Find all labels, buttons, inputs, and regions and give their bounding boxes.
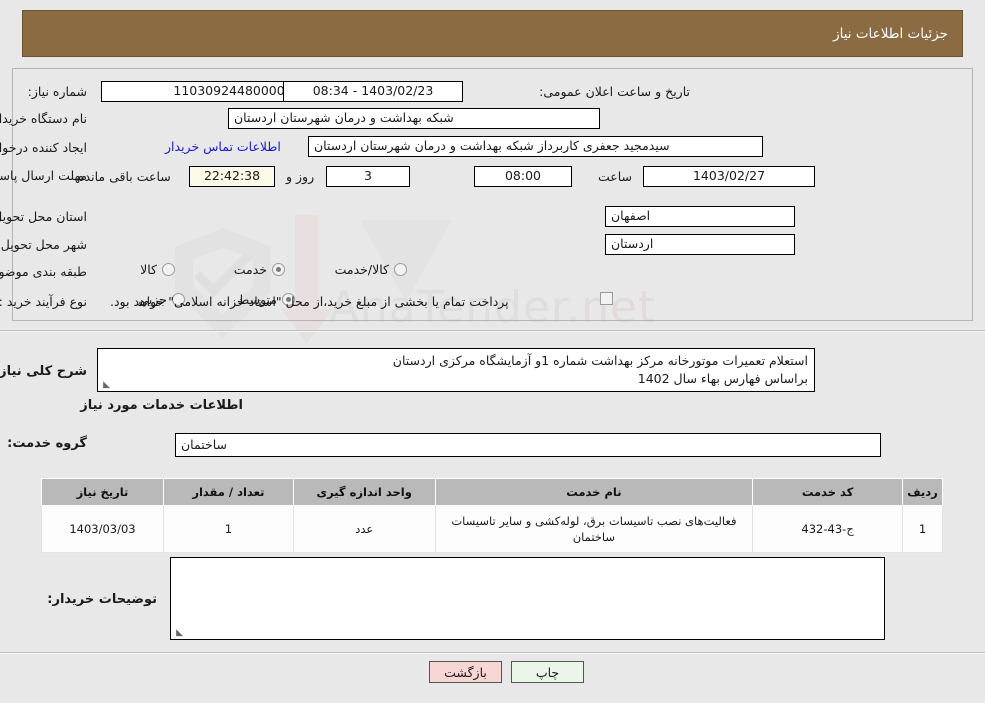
- city-label: شهر محل تحویل:: [0, 237, 87, 252]
- remaining-days-value: 3: [326, 166, 410, 187]
- province-label: استان محل تحویل:: [0, 209, 87, 224]
- announce-datetime-label: تاریخ و ساعت اعلان عمومی:: [539, 84, 690, 99]
- summary-text: استعلام تعمیرات موتورخانه مرکز بهداشت شم…: [392, 353, 808, 386]
- need-info-panel: [12, 68, 973, 321]
- th-row-no: ردیف: [902, 478, 943, 506]
- process-label: نوع فرآیند خرید :: [0, 294, 87, 309]
- td-row-no: 1: [902, 505, 943, 553]
- deadline-time-value: 08:00: [474, 166, 572, 187]
- td-service-code: ج-43-432: [752, 505, 904, 553]
- print-button[interactable]: چاپ: [511, 661, 584, 683]
- td-need-date: 1403/03/03: [41, 505, 164, 553]
- buyer-org-label: نام دستگاه خریدار:: [0, 111, 87, 126]
- need-number-label: شماره نیاز:: [27, 84, 87, 99]
- table-header-row: ردیف کد خدمت نام خدمت واحد اندازه گیری ت…: [41, 478, 943, 506]
- category-label: طبقه بندی موضوعی:: [0, 264, 87, 279]
- td-service-name: فعالیت‌های نصب تاسیسات برق، لوله‌کشی و س…: [434, 505, 754, 553]
- service-group-label: گروه خدمت:: [7, 436, 87, 451]
- resize-grip-icon-2[interactable]: ◣: [173, 628, 183, 638]
- page-root: AnaTender.net جزئیات اطلاعات نیاز شماره …: [0, 0, 985, 703]
- th-quantity: تعداد / مقدار: [162, 478, 294, 506]
- back-button[interactable]: بازگشت: [429, 661, 502, 683]
- th-unit: واحد اندازه گیری: [292, 478, 436, 506]
- th-service-code: کد خدمت: [752, 478, 904, 506]
- treasury-note-text: پرداخت تمام یا بخشی از مبلغ خرید،از محل …: [110, 294, 509, 309]
- buyer-org-value: شبکه بهداشت و درمان شهرستان اردستان: [228, 108, 600, 129]
- radio-category-kala-khedmat[interactable]: کالا/خدمت: [335, 262, 407, 277]
- th-service-name: نام خدمت: [434, 478, 754, 506]
- announce-datetime-value: 1403/02/23 - 08:34: [283, 81, 463, 102]
- deadline-date-value: 1403/02/27: [643, 166, 815, 187]
- buyer-notes-textarea[interactable]: ◣: [170, 557, 885, 640]
- province-value: اصفهان: [605, 206, 795, 227]
- table-row: 1 ج-43-432 فعالیت‌های نصب تاسیسات برق، ل…: [41, 505, 943, 553]
- days-and-label: روز و: [286, 169, 315, 184]
- radio-category-kala[interactable]: کالا: [140, 262, 175, 277]
- deadline-label: مهلت ارسال پاسخ: تا تاریخ:: [0, 168, 87, 183]
- requester-value: سیدمجید جعفری کاربرداز شبکه بهداشت و درم…: [308, 136, 763, 157]
- treasury-note-checkbox[interactable]: [600, 292, 613, 305]
- buyer-contact-link[interactable]: اطلاعات تماس خریدار: [165, 139, 281, 154]
- page-header: جزئیات اطلاعات نیاز: [22, 10, 963, 57]
- summary-textarea[interactable]: استعلام تعمیرات موتورخانه مرکز بهداشت شم…: [97, 348, 815, 392]
- remaining-countdown-value: 22:42:38: [189, 166, 275, 187]
- buyer-notes-label: توضیحات خریدار:: [47, 592, 157, 607]
- td-unit: عدد: [292, 505, 436, 553]
- divider-top: [0, 330, 985, 332]
- city-value: اردستان: [605, 234, 795, 255]
- radio-category-khedmat-label: خدمت: [233, 262, 267, 277]
- services-table: ردیف کد خدمت نام خدمت واحد اندازه گیری ت…: [41, 478, 943, 553]
- td-quantity: 1: [162, 505, 294, 553]
- deadline-time-label: ساعت: [598, 169, 633, 184]
- th-need-date: تاریخ نیاز: [41, 478, 164, 506]
- radio-category-kala-khedmat-input[interactable]: [394, 263, 407, 276]
- page-title: جزئیات اطلاعات نیاز: [833, 25, 948, 42]
- radio-category-khedmat[interactable]: خدمت: [234, 262, 285, 277]
- radio-category-kala-khedmat-label: کالا/خدمت: [334, 262, 389, 277]
- resize-grip-icon[interactable]: ◣: [100, 380, 110, 390]
- radio-category-khedmat-input[interactable]: [272, 263, 285, 276]
- services-section-title: اطلاعات خدمات مورد نیاز: [80, 398, 243, 413]
- divider-bottom: [0, 652, 985, 654]
- radio-category-kala-input[interactable]: [162, 263, 175, 276]
- service-group-value: ساختمان: [175, 433, 881, 457]
- remaining-hours-label: ساعت باقی مانده: [78, 169, 171, 184]
- requester-label: ایجاد کننده درخواست:: [0, 140, 87, 155]
- summary-label: شرح کلی نیاز:: [0, 364, 87, 379]
- radio-category-kala-label: کالا: [140, 262, 157, 277]
